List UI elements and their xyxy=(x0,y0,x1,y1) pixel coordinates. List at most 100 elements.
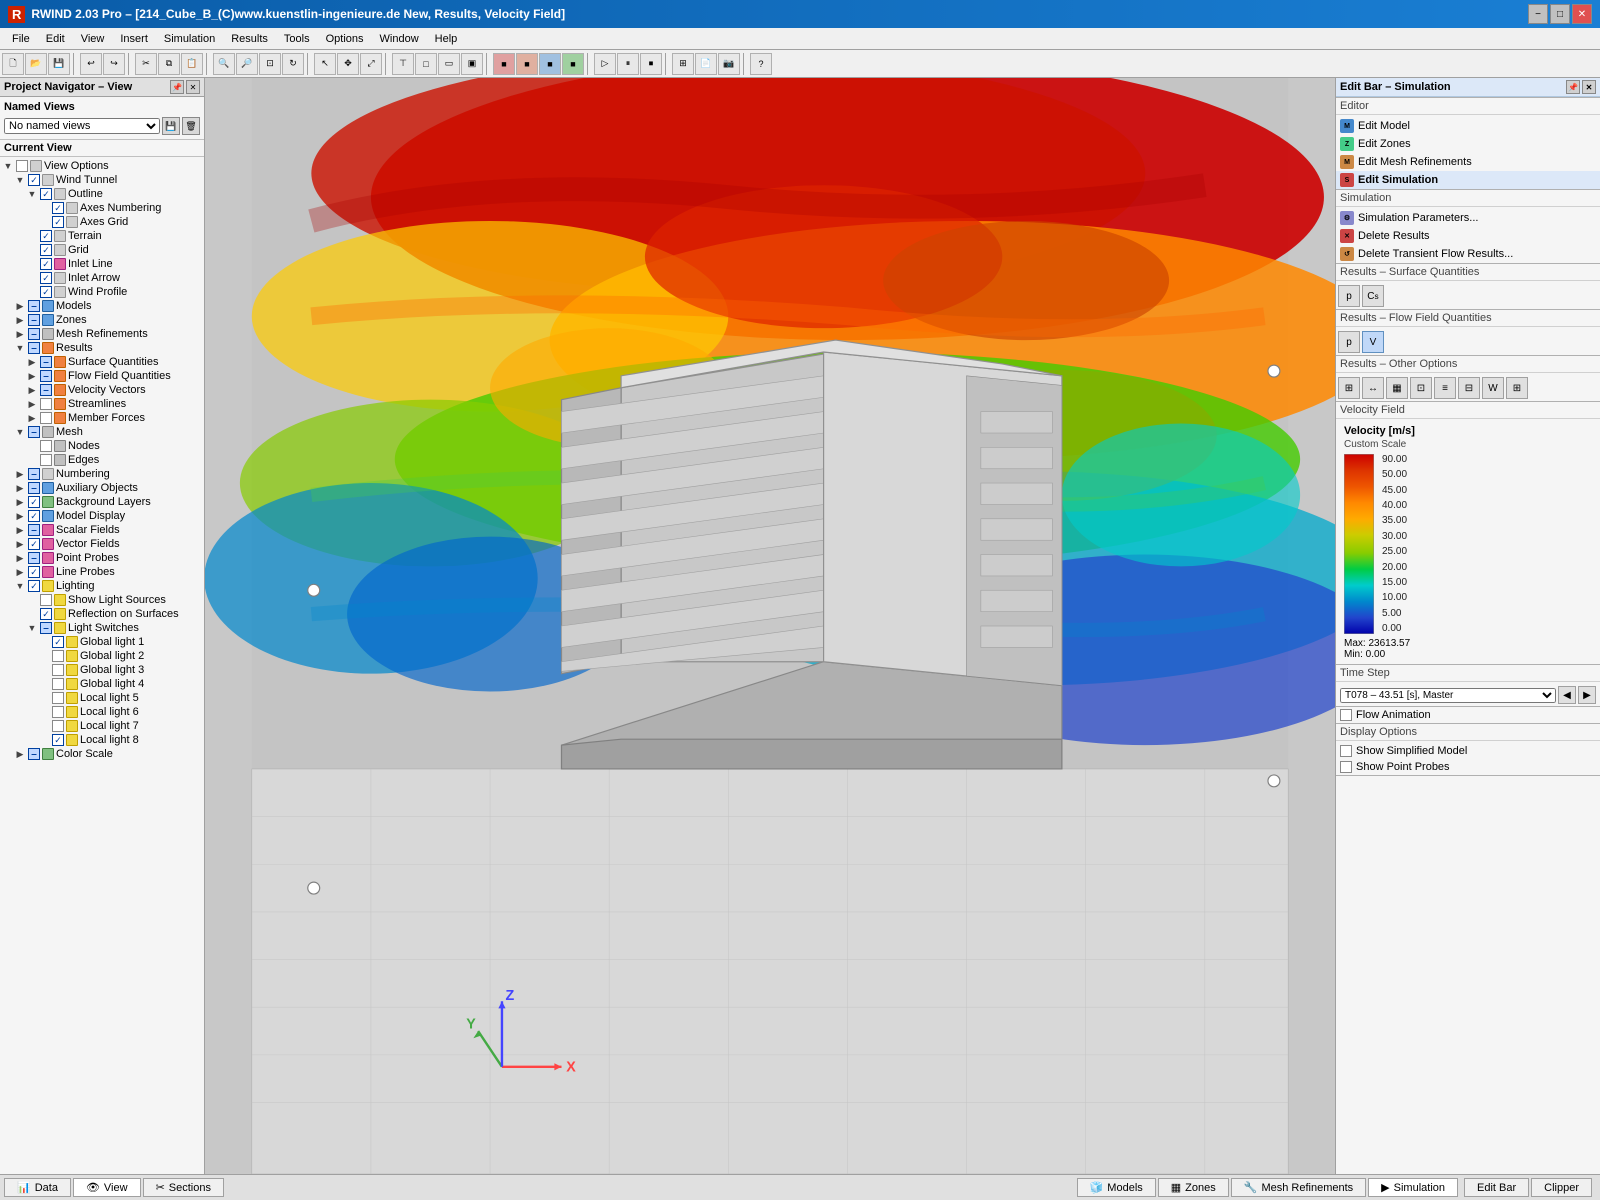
show-simplified-checkbox[interactable] xyxy=(1340,745,1352,757)
tree-expand-27[interactable]: ▶ xyxy=(14,538,26,550)
tree-checkbox-37[interactable] xyxy=(52,678,64,690)
tab-simulation[interactable]: ▶ Simulation xyxy=(1368,1178,1458,1197)
menu-edit[interactable]: Edit xyxy=(38,31,73,47)
tree-checkbox-15[interactable]: – xyxy=(40,370,52,382)
tree-checkbox-20[interactable] xyxy=(40,440,52,452)
tree-expand-39[interactable] xyxy=(38,706,50,718)
tree-expand-1[interactable]: ▼ xyxy=(14,174,26,186)
flowfield-v-btn[interactable]: V xyxy=(1362,331,1384,353)
tree-expand-34[interactable] xyxy=(38,636,50,648)
tree-checkbox-26[interactable]: – xyxy=(28,524,40,536)
tree-checkbox-0[interactable] xyxy=(16,160,28,172)
tb-undo[interactable]: ↩ xyxy=(80,53,102,75)
tree-item-24[interactable]: ▶✓Background Layers xyxy=(2,495,202,509)
tree-checkbox-39[interactable] xyxy=(52,706,64,718)
tree-item-16[interactable]: ▶–Velocity Vectors xyxy=(2,383,202,397)
named-views-select[interactable]: No named views xyxy=(4,118,160,134)
surface-cs-btn[interactable]: Cs xyxy=(1362,285,1384,307)
tree-expand-5[interactable] xyxy=(26,230,38,242)
tree-item-28[interactable]: ▶–Point Probes xyxy=(2,551,202,565)
tree-checkbox-42[interactable]: – xyxy=(28,748,40,760)
tree-expand-32[interactable] xyxy=(26,608,38,620)
tree-expand-6[interactable] xyxy=(26,244,38,256)
tree-expand-18[interactable]: ▶ xyxy=(26,412,38,424)
tb-redo[interactable]: ↪ xyxy=(103,53,125,75)
tree-expand-26[interactable]: ▶ xyxy=(14,524,26,536)
tree-item-14[interactable]: ▶–Surface Quantities xyxy=(2,355,202,369)
restore-button[interactable]: □ xyxy=(1550,4,1570,24)
tab-models[interactable]: 🧊 Models xyxy=(1077,1178,1156,1197)
tree-expand-12[interactable]: ▶ xyxy=(14,328,26,340)
tree-item-18[interactable]: ▶Member Forces xyxy=(2,411,202,425)
tb-cut[interactable]: ✂ xyxy=(135,53,157,75)
delete-results-link[interactable]: ✕ Delete Results xyxy=(1336,227,1600,245)
tb-rotate[interactable]: ↻ xyxy=(282,53,304,75)
tb-render4[interactable]: ■ xyxy=(562,53,584,75)
tree-item-42[interactable]: ▶–Color Scale xyxy=(2,747,202,761)
surface-p-btn[interactable]: p xyxy=(1338,285,1360,307)
tree-item-3[interactable]: ✓Axes Numbering xyxy=(2,201,202,215)
tree-expand-40[interactable] xyxy=(38,720,50,732)
tree-checkbox-23[interactable]: – xyxy=(28,482,40,494)
tree-item-40[interactable]: Local light 7 xyxy=(2,719,202,733)
tree-checkbox-33[interactable]: – xyxy=(40,622,52,634)
tb-sim3[interactable]: ⏹ xyxy=(640,53,662,75)
menu-simulation[interactable]: Simulation xyxy=(156,31,223,47)
tree-checkbox-31[interactable] xyxy=(40,594,52,606)
nv-save-btn[interactable]: 💾 xyxy=(162,117,180,135)
tree-item-20[interactable]: Nodes xyxy=(2,439,202,453)
tb-view-side[interactable]: ▭ xyxy=(438,53,460,75)
tree-checkbox-12[interactable]: – xyxy=(28,328,40,340)
tree-expand-3[interactable] xyxy=(38,202,50,214)
other-btn-7[interactable]: W xyxy=(1482,377,1504,399)
tree-item-9[interactable]: ✓Wind Profile xyxy=(2,285,202,299)
tree-expand-31[interactable] xyxy=(26,594,38,606)
tb-zoom-out[interactable]: 🔎 xyxy=(236,53,258,75)
tb-zoom-in[interactable]: 🔍 xyxy=(213,53,235,75)
tree-item-32[interactable]: ✓Reflection on Surfaces xyxy=(2,607,202,621)
timestep-next[interactable]: ▶ xyxy=(1578,686,1596,704)
tree-item-38[interactable]: Local light 5 xyxy=(2,691,202,705)
tree-item-0[interactable]: ▼View Options xyxy=(2,159,202,173)
tree-expand-29[interactable]: ▶ xyxy=(14,566,26,578)
tb-view-front[interactable]: □ xyxy=(415,53,437,75)
edit-mesh-link[interactable]: M Edit Mesh Refinements xyxy=(1336,153,1600,171)
tree-item-36[interactable]: Global light 3 xyxy=(2,663,202,677)
tree-checkbox-30[interactable]: ✓ xyxy=(28,580,40,592)
menu-tools[interactable]: Tools xyxy=(276,31,318,47)
tree-checkbox-7[interactable]: ✓ xyxy=(40,258,52,270)
tree-item-19[interactable]: ▼–Mesh xyxy=(2,425,202,439)
tree-item-29[interactable]: ▶✓Line Probes xyxy=(2,565,202,579)
tree-checkbox-27[interactable]: ✓ xyxy=(28,538,40,550)
tree-item-10[interactable]: ▶–Models xyxy=(2,299,202,313)
tree-expand-2[interactable]: ▼ xyxy=(26,188,38,200)
menu-insert[interactable]: Insert xyxy=(112,31,156,47)
tb-new[interactable]: 🗋 xyxy=(2,53,24,75)
tree-expand-41[interactable] xyxy=(38,734,50,746)
tree-expand-8[interactable] xyxy=(26,272,38,284)
tree-checkbox-6[interactable]: ✓ xyxy=(40,244,52,256)
tb-save[interactable]: 💾 xyxy=(48,53,70,75)
timestep-select[interactable]: T078 – 43.51 [s], Master xyxy=(1340,688,1556,703)
tree-checkbox-24[interactable]: ✓ xyxy=(28,496,40,508)
tree-expand-30[interactable]: ▼ xyxy=(14,580,26,592)
tree-checkbox-8[interactable]: ✓ xyxy=(40,272,52,284)
other-btn-6[interactable]: ⊟ xyxy=(1458,377,1480,399)
tb-sim2[interactable]: ⏸ xyxy=(617,53,639,75)
tree-expand-0[interactable]: ▼ xyxy=(2,160,14,172)
tree-checkbox-16[interactable]: – xyxy=(40,384,52,396)
tab-mesh-refinements[interactable]: 🔧 Mesh Refinements xyxy=(1231,1178,1366,1197)
tree-item-39[interactable]: Local light 6 xyxy=(2,705,202,719)
tree-item-41[interactable]: ✓Local light 8 xyxy=(2,733,202,747)
tree-expand-28[interactable]: ▶ xyxy=(14,552,26,564)
tree-checkbox-34[interactable]: ✓ xyxy=(52,636,64,648)
tb-scale[interactable]: ⤢ xyxy=(360,53,382,75)
tree-expand-4[interactable] xyxy=(38,216,50,228)
tree-expand-14[interactable]: ▶ xyxy=(26,356,38,368)
tree-checkbox-35[interactable] xyxy=(52,650,64,662)
tree-item-31[interactable]: Show Light Sources xyxy=(2,593,202,607)
tree-expand-42[interactable]: ▶ xyxy=(14,748,26,760)
tree-checkbox-22[interactable]: – xyxy=(28,468,40,480)
tree-expand-13[interactable]: ▼ xyxy=(14,342,26,354)
other-btn-3[interactable]: ▦ xyxy=(1386,377,1408,399)
